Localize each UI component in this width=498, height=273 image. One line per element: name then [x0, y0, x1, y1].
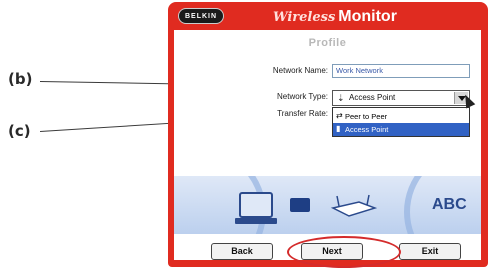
- next-button-highlight: [287, 236, 401, 268]
- option-label: Peer to Peer: [345, 112, 388, 121]
- network-type-value: Access Point: [349, 93, 396, 102]
- window-title: Wireless Monitor: [273, 8, 397, 26]
- callout-b: (b): [8, 70, 33, 88]
- laptop-icon: [235, 192, 277, 224]
- profile-panel: Profile Network Name: Work Network Netwo…: [174, 30, 481, 260]
- belkin-logo: BELKIN: [178, 8, 224, 24]
- option-peer-to-peer[interactable]: ⇄ Peer to Peer: [333, 110, 469, 123]
- router-icon: [330, 194, 377, 217]
- option-label: Access Point: [345, 125, 389, 134]
- title-main: Monitor: [338, 8, 397, 25]
- option-access-point[interactable]: ▮ Access Point: [333, 123, 469, 136]
- panel-heading: Profile: [308, 37, 347, 49]
- network-name-label: Network Name:: [272, 66, 328, 75]
- back-button[interactable]: Back: [211, 243, 273, 260]
- network-type-dropdown-list: ⇄ Peer to Peer ▮ Access Point: [332, 107, 470, 137]
- access-point-icon: ⇣: [337, 93, 345, 103]
- camera-icon: [290, 198, 310, 212]
- exit-button[interactable]: Exit: [399, 243, 461, 260]
- title-bar: BELKIN Wireless Monitor: [168, 2, 488, 30]
- network-type-label: Network Type:: [277, 92, 328, 101]
- title-prefix: Wireless: [273, 10, 336, 25]
- transfer-rate-label: Transfer Rate:: [277, 109, 328, 118]
- access-point-option-icon: ▮: [336, 124, 341, 133]
- network-illustration: ABC: [174, 176, 481, 234]
- network-type-select[interactable]: ⇣ Access Point: [332, 90, 470, 106]
- abc-label: ABC: [432, 196, 467, 213]
- callout-c: (c): [8, 122, 31, 140]
- network-name-input[interactable]: Work Network: [332, 64, 470, 78]
- wireless-monitor-window: BELKIN Wireless Monitor Profile Network N…: [168, 2, 488, 267]
- peer-to-peer-icon: ⇄: [336, 111, 343, 120]
